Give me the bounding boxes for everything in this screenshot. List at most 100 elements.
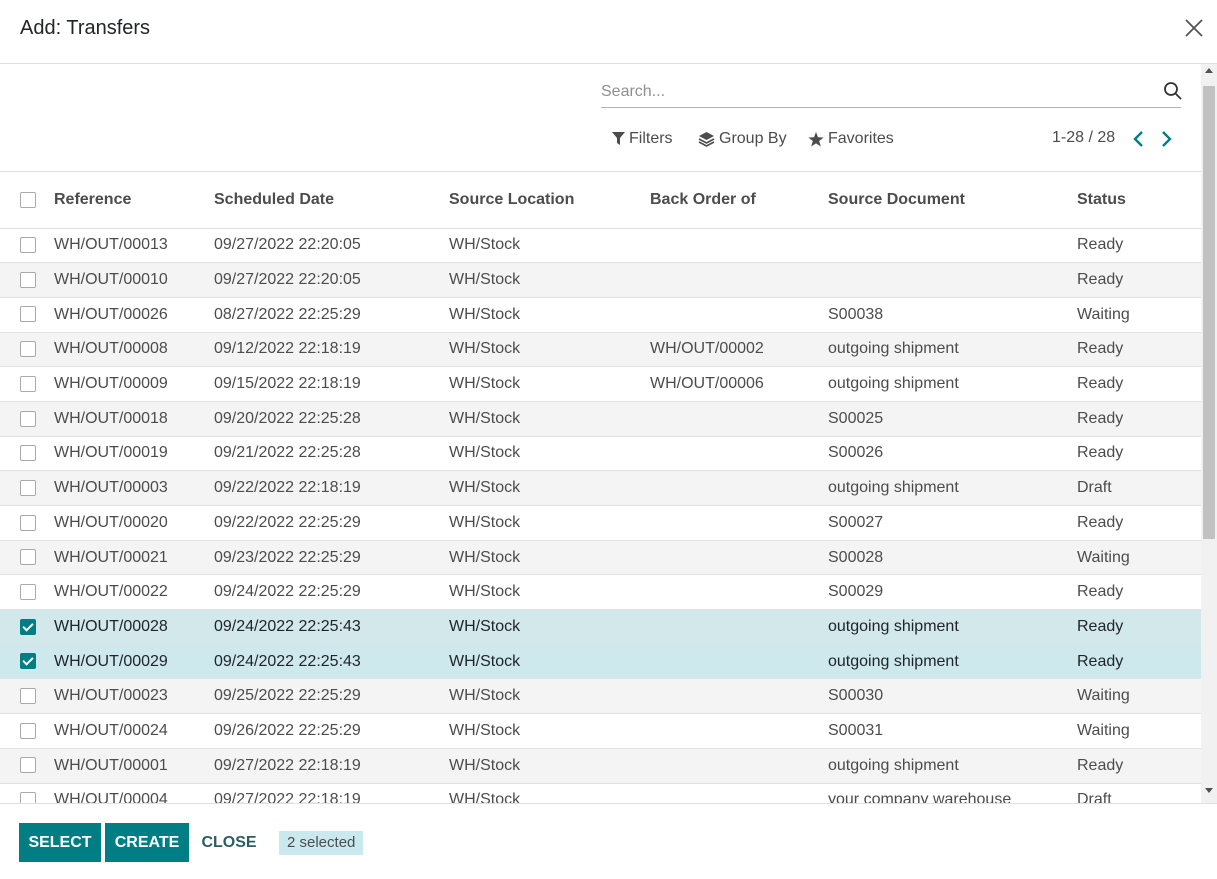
back-order-cell — [650, 783, 828, 803]
row-checkbox[interactable] — [20, 445, 36, 462]
reference-cell: WH/OUT/00020 — [54, 505, 214, 541]
column-header-reference[interactable]: Reference — [54, 172, 214, 229]
reference-cell: WH/OUT/00028 — [54, 609, 214, 645]
back-order-cell — [650, 713, 828, 749]
row-checkbox[interactable] — [20, 688, 36, 705]
column-header-source-location[interactable]: Source Location — [449, 172, 650, 229]
table-row[interactable]: WH/OUT/00029 09/24/2022 22:25:43 WH/Stock o… — [0, 644, 1201, 680]
status-cell: Draft — [1077, 783, 1201, 803]
row-checkbox[interactable] — [20, 341, 36, 358]
table-row[interactable]: WH/OUT/00021 09/23/2022 22:25:29 WH/Stock S… — [0, 540, 1201, 576]
table-header-row: Reference Scheduled Date Source Location… — [0, 172, 1201, 229]
scroll-up-arrow-icon[interactable] — [1205, 68, 1213, 73]
search-icon[interactable] — [1163, 81, 1183, 101]
table-row[interactable]: WH/OUT/00018 09/20/2022 22:25:28 WH/Stock S… — [0, 401, 1201, 437]
status-cell: Waiting — [1077, 540, 1201, 576]
group-by-label: Group By — [719, 130, 787, 147]
pager-value[interactable]: 1-28 / 28 — [1052, 129, 1115, 147]
scheduled-date-cell: 09/22/2022 22:25:29 — [214, 505, 449, 541]
row-select-cell — [0, 505, 54, 541]
table-row[interactable]: WH/OUT/00004 09/27/2022 22:18:19 WH/Stock y… — [0, 783, 1201, 803]
source-document-cell: S00029 — [828, 574, 1077, 611]
row-select-cell — [0, 644, 54, 680]
search-input[interactable] — [601, 79, 1149, 105]
chevron-right-icon[interactable] — [1158, 130, 1174, 148]
table-row[interactable]: WH/OUT/00009 09/15/2022 22:18:19 WH/Stock W… — [0, 366, 1201, 402]
source-document-cell: S00027 — [828, 505, 1077, 541]
status-cell: Waiting — [1077, 678, 1201, 715]
table-row[interactable]: WH/OUT/00022 09/24/2022 22:25:29 WH/Stock S… — [0, 574, 1201, 611]
table-row[interactable]: WH/OUT/00028 09/24/2022 22:25:43 WH/Stock o… — [0, 609, 1201, 645]
back-order-cell — [650, 297, 828, 333]
scheduled-date-cell: 09/27/2022 22:18:19 — [214, 748, 449, 784]
layers-icon — [698, 132, 715, 147]
row-checkbox[interactable] — [20, 618, 36, 635]
scheduled-date-cell: 08/27/2022 22:25:29 — [214, 297, 449, 333]
back-order-cell — [650, 262, 828, 298]
scheduled-date-cell: 09/23/2022 22:25:29 — [214, 540, 449, 576]
reference-cell: WH/OUT/00022 — [54, 574, 214, 611]
row-checkbox[interactable] — [20, 271, 36, 288]
back-order-cell — [650, 574, 828, 611]
column-header-source-document[interactable]: Source Document — [828, 172, 1077, 229]
create-button[interactable]: CREATE — [105, 823, 189, 862]
scheduled-date-cell: 09/25/2022 22:25:29 — [214, 678, 449, 715]
row-checkbox[interactable] — [20, 583, 36, 600]
row-checkbox[interactable] — [20, 722, 36, 739]
table-row[interactable]: WH/OUT/00020 09/22/2022 22:25:29 WH/Stock S… — [0, 505, 1201, 541]
vertical-scrollbar[interactable] — [1201, 64, 1217, 803]
chevron-left-icon[interactable] — [1131, 130, 1147, 148]
group-by-button[interactable]: Group By — [698, 128, 787, 150]
table-row[interactable]: WH/OUT/00010 09/27/2022 22:20:05 WH/Stock R… — [0, 262, 1201, 298]
select-button[interactable]: SELECT — [19, 823, 101, 862]
row-checkbox[interactable] — [20, 375, 36, 392]
status-cell: Ready — [1077, 366, 1201, 402]
row-select-cell — [0, 540, 54, 576]
source-document-cell: outgoing shipment — [828, 366, 1077, 402]
row-select-cell — [0, 228, 54, 264]
select-all-cell — [0, 172, 54, 229]
row-select-cell — [0, 332, 54, 368]
favorites-button[interactable]: Favorites — [808, 128, 894, 150]
table-row[interactable]: WH/OUT/00023 09/25/2022 22:25:29 WH/Stock S… — [0, 678, 1201, 715]
column-header-scheduled-date[interactable]: Scheduled Date — [214, 172, 449, 229]
row-checkbox[interactable] — [20, 549, 36, 566]
source-location-cell: WH/Stock — [449, 436, 650, 472]
row-select-cell — [0, 678, 54, 715]
close-button[interactable]: CLOSE — [193, 823, 265, 862]
reference-cell: WH/OUT/00019 — [54, 436, 214, 472]
table-row[interactable]: WH/OUT/00003 09/22/2022 22:18:19 WH/Stock o… — [0, 470, 1201, 506]
row-checkbox[interactable] — [20, 306, 36, 323]
row-select-cell — [0, 574, 54, 611]
row-checkbox[interactable] — [20, 410, 36, 427]
source-document-cell: S00031 — [828, 713, 1077, 749]
source-location-cell: WH/Stock — [449, 332, 650, 368]
source-location-cell: WH/Stock — [449, 262, 650, 298]
source-location-cell: WH/Stock — [449, 783, 650, 803]
row-checkbox[interactable] — [20, 514, 36, 531]
row-checkbox[interactable] — [20, 479, 36, 496]
reference-cell: WH/OUT/00013 — [54, 228, 214, 264]
table-row[interactable]: WH/OUT/00026 08/27/2022 22:25:29 WH/Stock S… — [0, 297, 1201, 333]
status-cell: Ready — [1077, 228, 1201, 264]
column-header-back-order-of[interactable]: Back Order of — [650, 172, 828, 229]
row-checkbox[interactable] — [20, 653, 36, 670]
scrollbar-thumb[interactable] — [1203, 86, 1215, 539]
row-checkbox[interactable] — [20, 792, 36, 803]
table-row[interactable]: WH/OUT/00008 09/12/2022 22:18:19 WH/Stock W… — [0, 332, 1201, 368]
row-select-cell — [0, 470, 54, 506]
scheduled-date-cell: 09/15/2022 22:18:19 — [214, 366, 449, 402]
filters-button[interactable]: Filters — [612, 128, 673, 150]
table-row[interactable]: WH/OUT/00019 09/21/2022 22:25:28 WH/Stock S… — [0, 436, 1201, 472]
table-row[interactable]: WH/OUT/00001 09/27/2022 22:18:19 WH/Stock o… — [0, 748, 1201, 784]
table-row[interactable]: WH/OUT/00013 09/27/2022 22:20:05 WH/Stock R… — [0, 228, 1201, 264]
row-checkbox[interactable] — [20, 237, 36, 254]
select-all-checkbox[interactable] — [20, 191, 36, 208]
column-header-status[interactable]: Status — [1077, 172, 1201, 229]
back-order-cell — [650, 609, 828, 645]
row-checkbox[interactable] — [20, 757, 36, 774]
close-icon[interactable] — [1182, 16, 1206, 40]
scroll-down-arrow-icon[interactable] — [1205, 788, 1213, 793]
favorites-label: Favorites — [828, 130, 894, 147]
table-row[interactable]: WH/OUT/00024 09/26/2022 22:25:29 WH/Stock S… — [0, 713, 1201, 749]
